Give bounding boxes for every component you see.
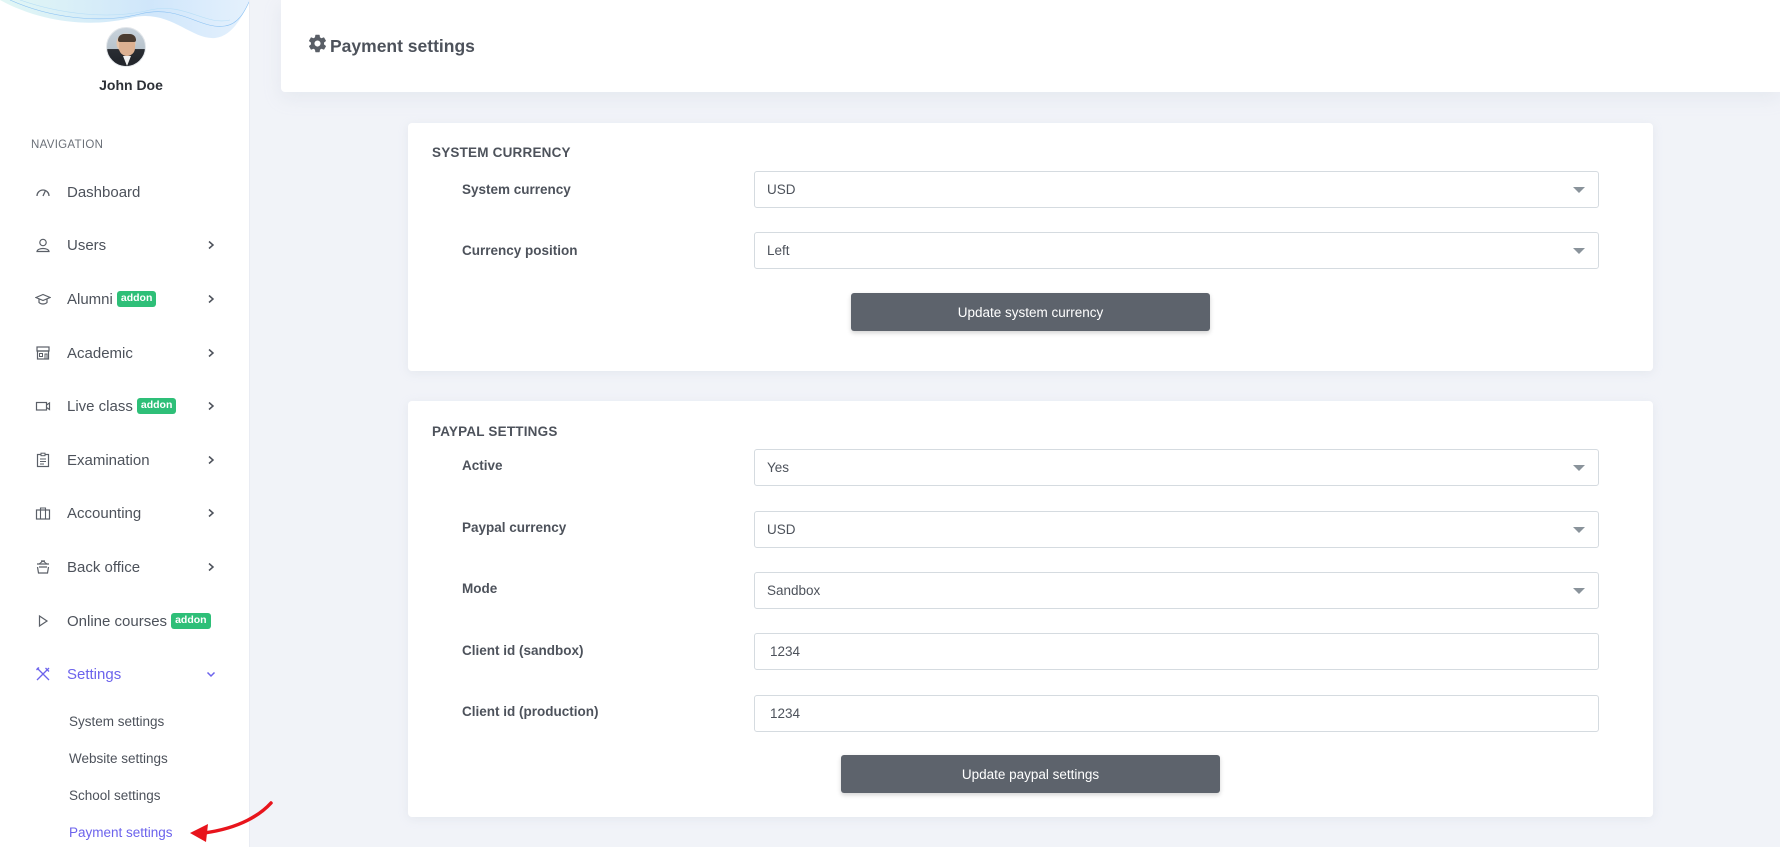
addon-badge: addon [171,613,211,629]
card-title: PAYPAL SETTINGS [432,424,558,439]
currency-position-label: Currency position [462,243,578,258]
selected-value: Yes [767,460,790,475]
submenu-item-payment-settings[interactable]: Payment settings [69,825,173,840]
sidebar-item-settings[interactable]: Settings [0,654,249,694]
briefcase-icon [35,505,51,521]
dashboard-gauge-icon [35,184,51,200]
input-value: 1234 [770,706,801,721]
sidebar-item-label: Online courses addon [67,613,211,630]
chevron-down-icon [206,671,216,678]
sidebar-item-text: Live class [67,397,133,415]
dropdown-caret-icon [1573,527,1585,533]
chevron-right-icon [208,455,215,465]
chevron-right-icon [208,240,215,250]
store-icon [35,345,51,361]
dropdown-caret-icon [1573,588,1585,594]
sidebar-item-label: Dashboard [67,183,141,201]
dropdown-caret-icon [1573,465,1585,471]
addon-badge: addon [136,398,177,414]
page-header: Payment settings [281,0,1780,92]
sidebar-item-label: Users [67,236,107,254]
sidebar-item-back-office[interactable]: Back office [0,547,249,587]
selected-value: USD [767,182,796,197]
sidebar-item-label: Live class addon [67,397,177,415]
client-id-sandbox-label: Client id (sandbox) [462,643,584,658]
sidebar-item-dashboard[interactable]: Dashboard [0,172,249,212]
user-name: John Doe [99,77,163,93]
client-id-production-label: Client id (production) [462,704,599,719]
active-select[interactable]: Yes [754,449,1599,486]
graduation-cap-icon [35,291,51,307]
card-title: SYSTEM CURRENCY [432,145,571,160]
sidebar-item-alumni[interactable]: Alumni addon [0,279,249,319]
system-currency-card: SYSTEM CURRENCY System currency USD Curr… [408,123,1653,371]
basket-icon [35,559,51,575]
sidebar-item-accounting[interactable]: Accounting [0,493,249,533]
sidebar-item-live-class[interactable]: Live class addon [0,386,249,426]
submenu-item-school-settings[interactable]: School settings [69,788,161,803]
sidebar-item-examination[interactable]: Examination [0,440,249,480]
avatar[interactable] [106,27,146,67]
input-value: 1234 [770,644,801,659]
sidebar-item-users[interactable]: Users [0,225,249,265]
dropdown-caret-icon [1573,248,1585,254]
selected-value: USD [767,522,796,537]
selected-value: Left [767,243,790,258]
client-id-production-input[interactable]: 1234 [754,695,1599,732]
update-paypal-settings-button[interactable]: Update paypal settings [841,755,1220,793]
chevron-right-icon [208,294,215,304]
dropdown-caret-icon [1573,187,1585,193]
mode-label: Mode [462,581,498,596]
gear-icon [308,34,327,53]
system-currency-label: System currency [462,182,571,197]
sidebar-item-label: Academic [67,344,133,362]
chevron-right-icon [208,401,215,411]
chevron-right-icon [208,562,215,572]
sidebar-item-label: Back office [67,558,141,576]
play-icon [35,613,51,629]
addon-badge: addon [116,291,157,307]
currency-position-select[interactable]: Left [754,232,1599,269]
sidebar-item-label: Accounting [67,504,142,522]
system-currency-select[interactable]: USD [754,171,1599,208]
update-system-currency-button[interactable]: Update system currency [851,293,1210,331]
video-camera-icon [35,398,51,414]
sidebar-item-academic[interactable]: Academic [0,333,249,373]
user-icon [35,237,51,253]
paypal-settings-card: PAYPAL SETTINGS Active Yes Paypal curren… [408,401,1653,817]
selected-value: Sandbox [767,583,821,598]
client-id-sandbox-input[interactable]: 1234 [754,633,1599,670]
paypal-currency-label: Paypal currency [462,520,567,535]
annotation-arrow-icon [190,801,273,842]
sidebar-item-label: Examination [67,451,150,469]
sidebar-item-label: Settings [67,665,122,683]
chevron-right-icon [208,508,215,518]
sidebar: John Doe NAVIGATION Dashboard Users Alum… [0,0,250,847]
nav-heading: NAVIGATION [31,139,104,151]
submenu-item-system-settings[interactable]: System settings [69,714,164,729]
paypal-currency-select[interactable]: USD [754,511,1599,548]
mode-select[interactable]: Sandbox [754,572,1599,609]
chevron-right-icon [208,348,215,358]
sidebar-item-online-courses[interactable]: Online courses addon [0,601,249,641]
submenu-item-website-settings[interactable]: Website settings [69,751,168,766]
tools-icon [35,666,51,682]
sidebar-item-label: Alumni addon [67,290,157,308]
page-title: Payment settings [330,36,475,56]
active-label: Active [462,458,503,473]
sidebar-item-text: Online courses [67,612,168,630]
sidebar-item-text: Alumni [67,290,113,308]
clipboard-icon [35,452,51,468]
